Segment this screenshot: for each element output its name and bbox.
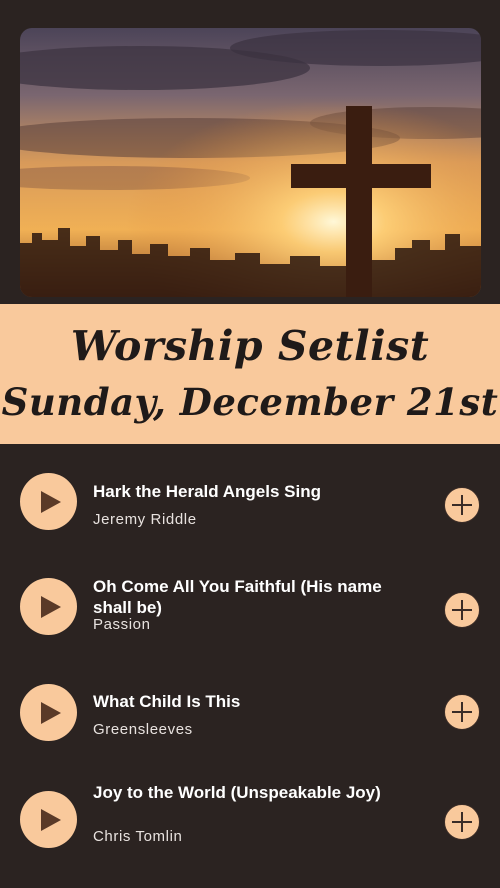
song-title: What Child Is This xyxy=(93,692,241,711)
plus-icon[interactable] xyxy=(444,804,480,840)
cross-sunset-image xyxy=(20,28,481,297)
play-icon[interactable] xyxy=(20,684,77,741)
title-banner: Worship Setlist Sunday, December 21st xyxy=(0,304,500,444)
song-title: Hark the Herald Angels Sing xyxy=(93,482,321,501)
song-item: Hark the Herald Angels Sing Jeremy Riddl… xyxy=(0,466,500,556)
play-icon[interactable] xyxy=(20,578,77,635)
song-item: Joy to the World (Unspeakable Joy) Chris… xyxy=(0,782,500,872)
plus-icon[interactable] xyxy=(444,487,480,523)
song-title: Oh Come All You Faithful (His name shall… xyxy=(93,577,382,617)
hero-image xyxy=(20,28,481,297)
song-artist: Jeremy Riddle xyxy=(93,511,197,528)
song-title: Joy to the World (Unspeakable Joy) xyxy=(93,783,381,802)
song-item: Oh Come All You Faithful (His name shall… xyxy=(0,572,500,662)
plus-icon[interactable] xyxy=(444,592,480,628)
song-artist: Greensleeves xyxy=(93,721,193,738)
song-item: What Child Is This Greensleeves xyxy=(0,678,500,768)
page-title: Worship Setlist xyxy=(70,322,430,370)
song-artist: Passion xyxy=(93,616,151,633)
play-icon[interactable] xyxy=(20,473,77,530)
play-icon[interactable] xyxy=(20,791,77,848)
plus-icon[interactable] xyxy=(444,694,480,730)
service-date: Sunday, December 21st xyxy=(1,380,499,424)
song-artist: Chris Tomlin xyxy=(93,828,183,845)
